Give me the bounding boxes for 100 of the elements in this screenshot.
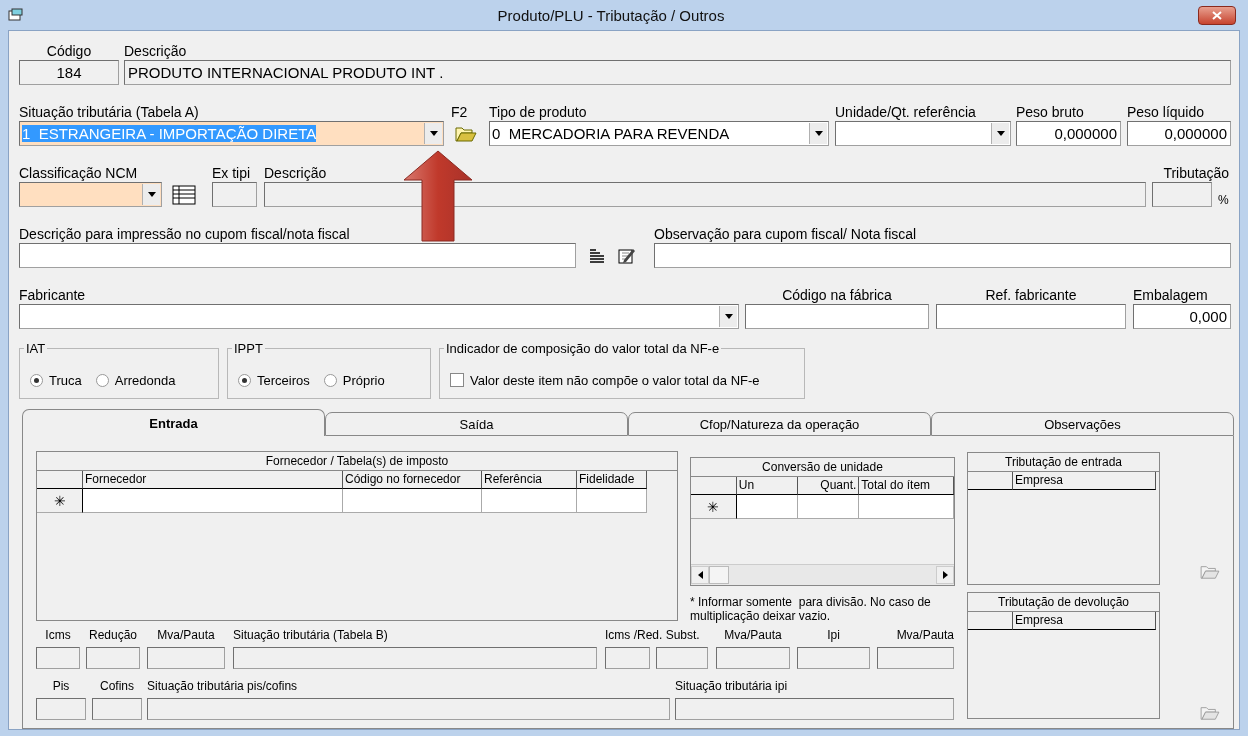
table-cell[interactable] xyxy=(83,489,343,513)
input-field[interactable] xyxy=(716,647,790,669)
header-cell xyxy=(691,477,737,495)
radio-option[interactable]: Próprio xyxy=(323,372,385,388)
grid-title: Tributação de entrada xyxy=(968,453,1159,472)
input-field[interactable] xyxy=(675,698,954,720)
input-field[interactable] xyxy=(605,647,650,669)
field-label: Mva/Pauta xyxy=(156,627,216,644)
input-field[interactable]: 0,000000 xyxy=(1016,121,1121,146)
field-label: Peso bruto xyxy=(1016,104,1085,121)
caret-icon xyxy=(147,192,156,197)
field-label: Situação tributária ipi xyxy=(675,678,789,695)
field-label: Código xyxy=(45,43,93,60)
input-field[interactable] xyxy=(36,647,80,669)
note-text: * Informar somente para divisão. No caso de multiplicação deixar vazio. xyxy=(690,595,932,623)
close-icon xyxy=(1212,10,1222,20)
input-field[interactable] xyxy=(19,243,576,268)
field-label: Situação tributária pis/cofins xyxy=(147,678,299,695)
input-field[interactable] xyxy=(36,698,86,720)
checkbox[interactable] xyxy=(450,373,464,387)
tab[interactable]: Saída xyxy=(325,412,628,436)
close-button[interactable] xyxy=(1198,5,1236,25)
list-icon[interactable] xyxy=(588,247,605,264)
radio-option[interactable]: Arredonda xyxy=(95,372,176,388)
table-icon[interactable] xyxy=(172,184,196,205)
input-field[interactable] xyxy=(147,698,670,720)
field-label: Tributação xyxy=(1162,165,1229,182)
table-cell[interactable] xyxy=(343,489,482,513)
tab[interactable]: Observações xyxy=(931,412,1234,436)
combo-box[interactable] xyxy=(19,182,162,207)
field-label: Situação tributária (Tabela A) xyxy=(19,104,200,121)
radio-button[interactable] xyxy=(238,373,251,387)
folder-icon[interactable] xyxy=(455,124,477,143)
field-label: Icms xyxy=(44,627,72,644)
field-label: Tipo de produto xyxy=(489,104,588,121)
radio-option[interactable]: Terceiros xyxy=(238,372,310,388)
field-label: Embalagem xyxy=(1133,287,1209,304)
tab[interactable]: Entrada xyxy=(22,409,325,436)
input-field[interactable] xyxy=(797,647,870,669)
grid-title: Conversão de unidade xyxy=(691,458,954,477)
field-label: Descrição para impressão no cupom fiscal/nota fiscal xyxy=(19,226,351,243)
combo-box[interactable]: 0 MERCADORIA PARA REVENDA xyxy=(489,121,829,146)
input-field[interactable] xyxy=(86,647,140,669)
field-label: Unidade/Qt. referência xyxy=(835,104,977,121)
field-label: Código na fábrica xyxy=(781,287,893,304)
group-title: IAT xyxy=(25,341,47,356)
field-label: Icms /Red. Subst. xyxy=(605,627,701,644)
caret-icon xyxy=(814,131,823,136)
input-field[interactable]: 0,000000 xyxy=(1127,121,1231,146)
table-cell[interactable] xyxy=(797,495,860,519)
edit-icon[interactable] xyxy=(617,246,636,265)
input-field[interactable] xyxy=(233,647,597,669)
grid-title: Fornecedor / Tabela(s) de imposto xyxy=(37,452,677,471)
grid-title: Tributação de devolução xyxy=(968,593,1159,612)
horizontal-scrollbar[interactable] xyxy=(691,564,954,585)
field-label: Classificação NCM xyxy=(19,165,139,182)
scroll-thumb[interactable] xyxy=(709,566,729,584)
header-cell xyxy=(968,612,1013,630)
window-title: Produto/PLU - Tributação / Outros xyxy=(496,6,726,24)
field-label: Situação tributária (Tabela B) xyxy=(233,627,389,644)
header-cell xyxy=(968,472,1013,490)
caret-icon xyxy=(724,314,733,319)
radio-button[interactable] xyxy=(95,373,109,387)
field-label: Observação para cupom fiscal/ Nota fiscal xyxy=(654,226,918,243)
input-field[interactable] xyxy=(654,243,1231,268)
column-header[interactable]: Empresa xyxy=(1013,612,1156,630)
table-cell[interactable] xyxy=(736,495,798,519)
combo-box[interactable] xyxy=(835,121,1011,146)
shortcut-label: F2 xyxy=(451,104,469,121)
input-field[interactable] xyxy=(936,304,1126,329)
input-field[interactable] xyxy=(147,647,225,669)
input-field[interactable] xyxy=(745,304,929,329)
radio-button[interactable] xyxy=(30,373,43,387)
input-field[interactable] xyxy=(877,647,954,669)
input-field[interactable]: 0,000 xyxy=(1133,304,1231,329)
field-label: Ex tipi xyxy=(212,165,252,182)
group-title: IPPT xyxy=(233,341,264,356)
table-cell[interactable] xyxy=(577,489,647,513)
tab[interactable]: Cfop/Natureza da operação xyxy=(628,412,931,436)
input-field[interactable] xyxy=(92,698,142,720)
field-label: Peso líquido xyxy=(1127,104,1206,121)
app-icon xyxy=(8,8,24,22)
right-arrow-icon[interactable] xyxy=(942,571,948,579)
combo-box[interactable] xyxy=(19,304,739,329)
field-label: Descrição xyxy=(124,43,188,60)
header-cell xyxy=(37,471,83,489)
table-cell[interactable] xyxy=(859,495,954,519)
column-header[interactable]: Empresa xyxy=(1013,472,1156,490)
percent-unit: % xyxy=(1218,193,1229,207)
table-cell[interactable] xyxy=(482,489,577,513)
checkbox-option[interactable]: Valor deste item não compõe o valor total da NF-e xyxy=(450,372,760,388)
field-label: Redução xyxy=(87,627,138,644)
radio-button[interactable] xyxy=(323,373,337,387)
field-label: Pis xyxy=(51,678,71,695)
radio-option[interactable]: Truca xyxy=(30,372,82,388)
field-label: Cofins xyxy=(99,678,135,695)
input-field[interactable] xyxy=(656,647,708,669)
field-label: Descrição xyxy=(264,165,328,182)
field-label: Mva/Pauta xyxy=(895,627,954,644)
left-arrow-icon[interactable] xyxy=(697,571,703,579)
